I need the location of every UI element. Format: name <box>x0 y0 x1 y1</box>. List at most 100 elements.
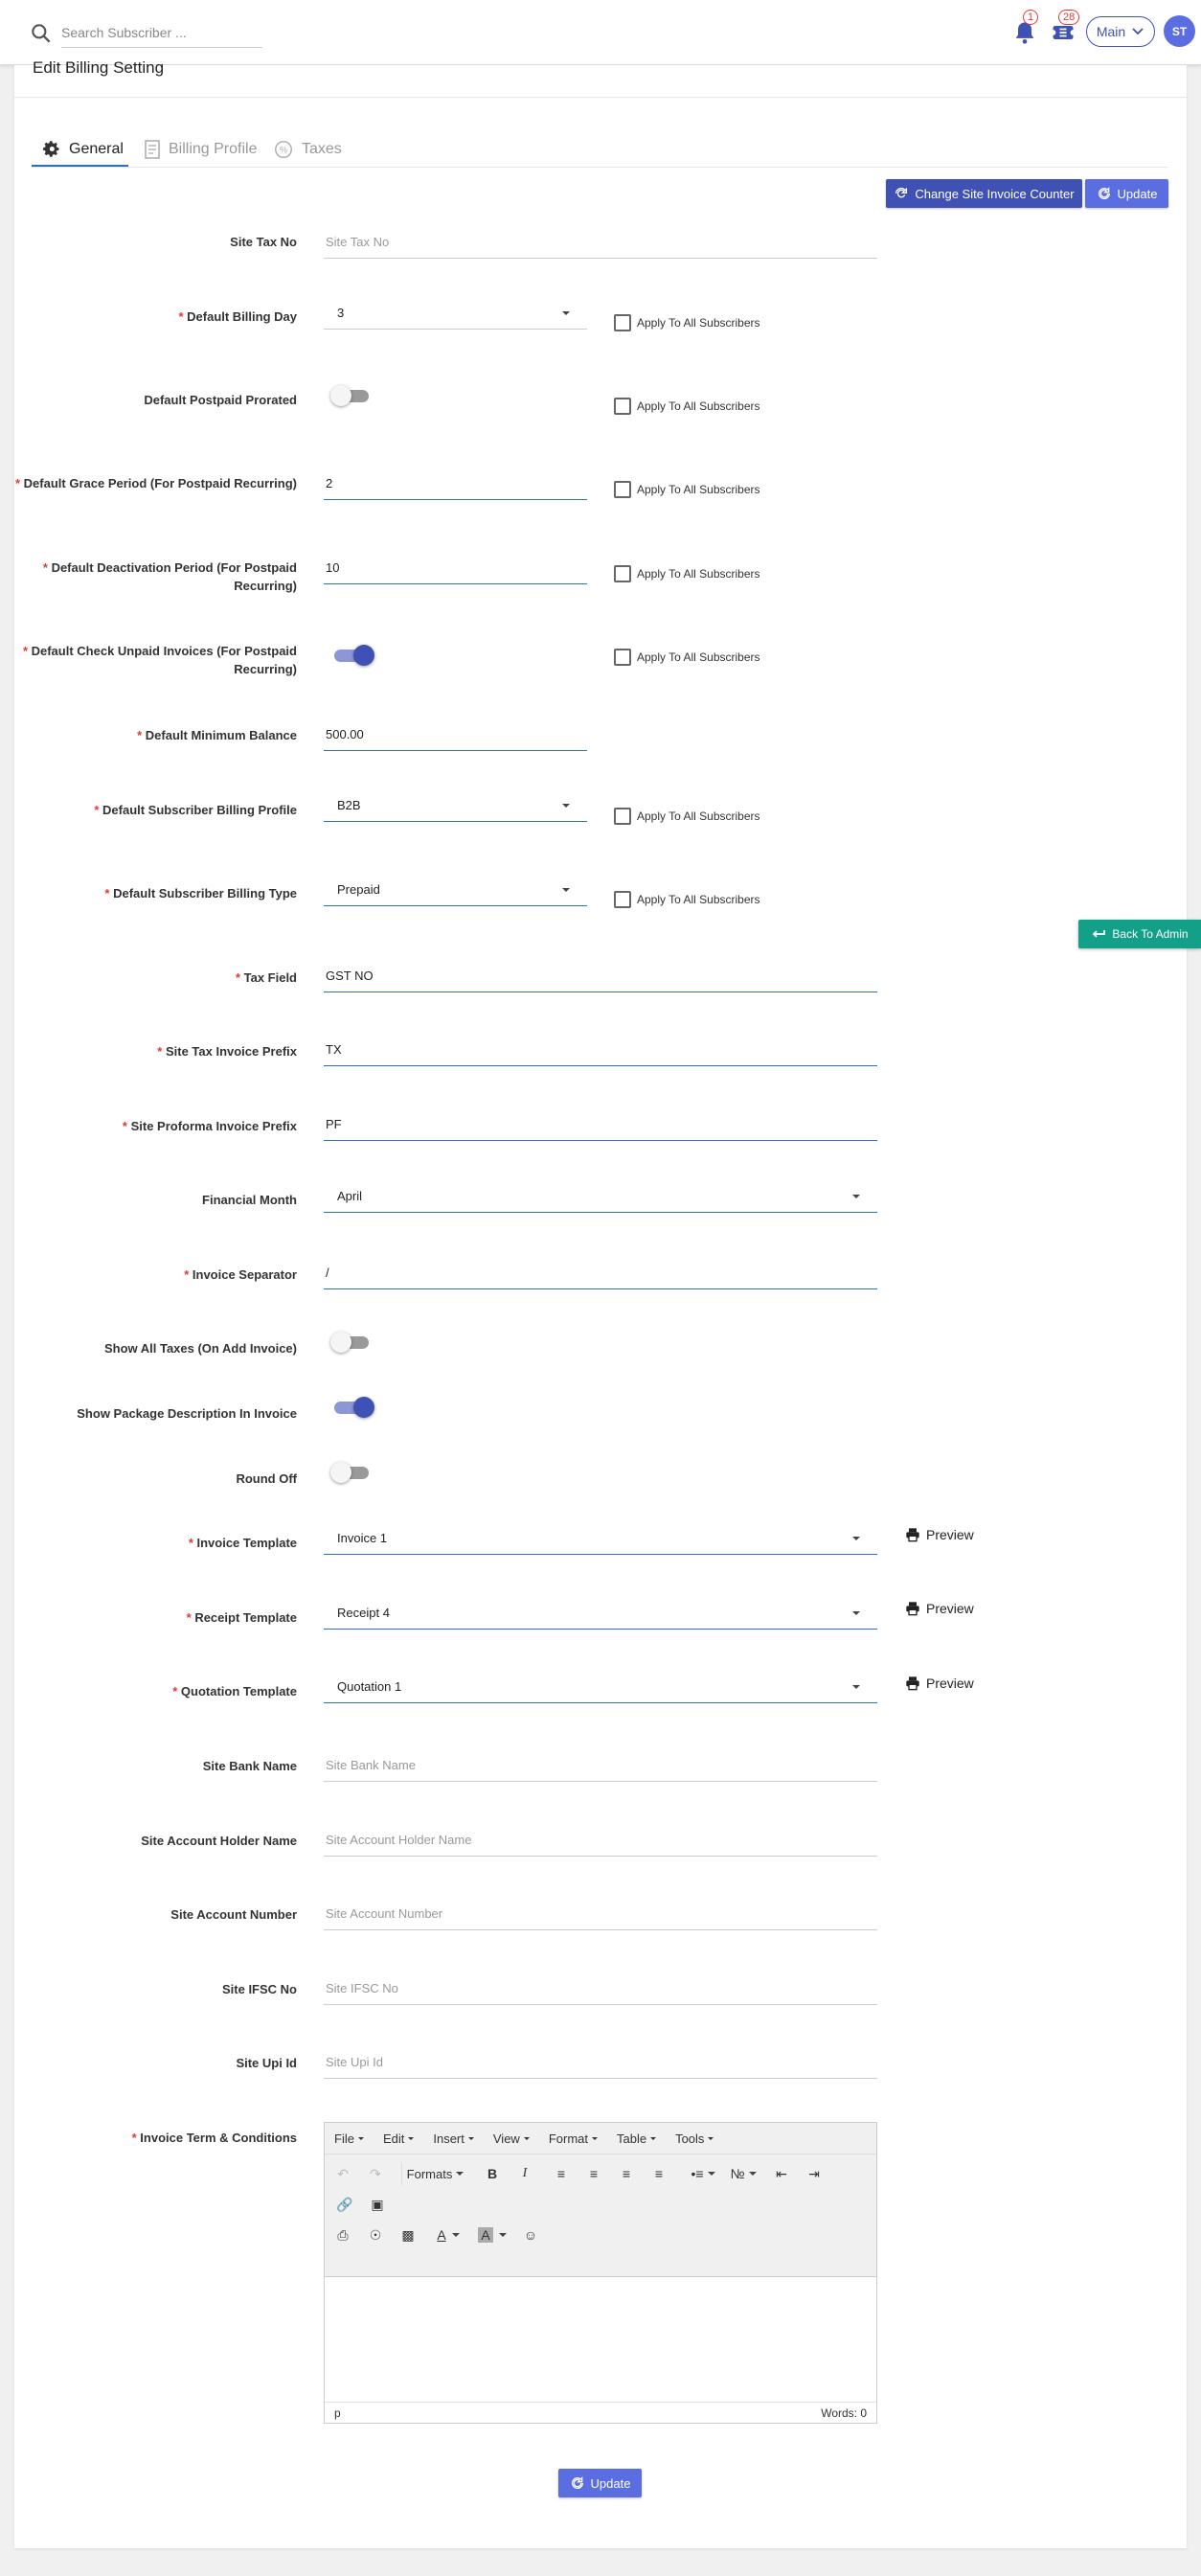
bullet-list-icon[interactable]: •≡ <box>687 2162 719 2185</box>
show-all-taxes-label: Show All Taxes (On Add Invoice) <box>103 1341 297 1356</box>
update-button-top[interactable]: Update <box>1085 179 1168 208</box>
site-bank-name-field[interactable]: Site Bank Name <box>324 1749 877 1782</box>
indent-icon[interactable]: ⇥ <box>804 2162 825 2185</box>
change-invoice-counter-label: Change Site Invoice Counter <box>915 186 1075 201</box>
outdent-icon[interactable]: ⇤ <box>771 2162 792 2185</box>
default-minimum-balance-field[interactable]: 500.00 <box>324 718 587 751</box>
top-bar: 1 28 Main ST <box>0 0 1201 65</box>
editor-menu-file[interactable]: File <box>334 2131 364 2146</box>
align-left-icon[interactable]: ≡ <box>551 2162 572 2185</box>
tab-taxes[interactable]: % Taxes <box>273 132 342 167</box>
dropdown-caret-icon <box>562 310 570 315</box>
back-to-admin-label: Back To Admin <box>1112 927 1189 941</box>
tab-taxes-label: Taxes <box>302 141 342 157</box>
editor-menu-insert[interactable]: Insert <box>433 2131 474 2146</box>
update-button-bottom[interactable]: Update <box>558 2469 642 2497</box>
default-minimum-balance-label: * Default Minimum Balance <box>137 728 297 742</box>
default-billing-day-label: * Default Billing Day <box>178 309 297 324</box>
tax-field-input[interactable]: GST NO <box>324 960 877 992</box>
editor-menu-table[interactable]: Table <box>617 2131 657 2146</box>
editor-menu-view[interactable]: View <box>493 2131 530 2146</box>
undo-icon[interactable]: ↶ <box>332 2162 353 2185</box>
quotation-template-select[interactable]: Quotation 1 <box>324 1671 877 1703</box>
align-justify-icon[interactable]: ≡ <box>648 2162 669 2185</box>
apply-all-checkbox-deactivation[interactable]: Apply To All Subscribers <box>614 565 760 582</box>
align-center-icon[interactable]: ≡ <box>583 2162 604 2185</box>
chevron-down-icon <box>1132 28 1144 35</box>
show-package-description-toggle[interactable] <box>330 1397 374 1418</box>
site-upi-id-field[interactable]: Site Upi Id <box>324 2046 877 2079</box>
site-tax-invoice-prefix-field[interactable]: TX <box>324 1034 877 1066</box>
search-icon[interactable] <box>29 21 54 46</box>
default-deactivation-period-field[interactable]: 10 <box>324 552 587 584</box>
default-billing-profile-select[interactable]: B2B <box>324 789 587 822</box>
redo-icon[interactable]: ↷ <box>365 2162 386 2185</box>
apply-all-checkbox-billing-day[interactable]: Apply To All Subscribers <box>614 314 760 331</box>
change-invoice-counter-button[interactable]: Change Site Invoice Counter <box>886 179 1082 208</box>
tab-billing-profile[interactable]: Billing Profile <box>144 132 257 167</box>
site-proforma-invoice-prefix-field[interactable]: PF <box>324 1108 877 1141</box>
site-ifsc-no-field[interactable]: Site IFSC No <box>324 1972 877 2005</box>
preview-eye-icon[interactable]: ☉ <box>365 2223 386 2246</box>
search-input[interactable] <box>61 17 262 48</box>
default-postpaid-prorated-label: Default Postpaid Prorated <box>144 393 297 407</box>
printer-icon <box>906 1676 919 1691</box>
editor-path: p <box>334 2405 341 2420</box>
text-color-icon[interactable]: A <box>432 2223 465 2246</box>
site-account-holder-field[interactable]: Site Account Holder Name <box>324 1824 877 1857</box>
show-all-taxes-toggle[interactable] <box>330 1332 374 1353</box>
refresh-icon <box>895 187 908 198</box>
round-off-label: Round Off <box>236 1471 297 1486</box>
apply-all-checkbox-unpaid[interactable]: Apply To All Subscribers <box>614 649 760 666</box>
media-icon[interactable]: ▩ <box>397 2223 419 2246</box>
tabs-divider <box>32 167 1167 168</box>
default-billing-day-select[interactable]: 3 <box>324 297 587 330</box>
invoice-terms-label: * Invoice Term & Conditions <box>131 2131 297 2145</box>
printer-icon <box>906 1528 919 1542</box>
round-off-toggle[interactable] <box>330 1462 374 1483</box>
align-right-icon[interactable]: ≡ <box>616 2162 637 2185</box>
quotation-preview-button[interactable]: Preview <box>905 1676 974 1691</box>
default-billing-profile-label: * Default Subscriber Billing Profile <box>94 803 297 817</box>
receipt-preview-button[interactable]: Preview <box>905 1601 974 1616</box>
financial-month-select[interactable]: April <box>324 1180 877 1213</box>
background-color-icon[interactable]: A <box>476 2223 509 2246</box>
editor-menu-edit[interactable]: Edit <box>383 2131 415 2146</box>
editor-menu-format[interactable]: Format <box>549 2131 598 2146</box>
emoticon-icon[interactable]: ☺ <box>520 2223 541 2246</box>
print-icon[interactable]: ⎙ <box>332 2223 353 2246</box>
apply-all-checkbox-grace[interactable]: Apply To All Subscribers <box>614 481 760 498</box>
invoice-template-select[interactable]: Invoice 1 <box>324 1522 877 1555</box>
formats-dropdown[interactable]: Formats <box>401 2162 468 2185</box>
apply-all-checkbox-billing-type[interactable]: Apply To All Subscribers <box>614 891 760 908</box>
default-billing-type-select[interactable]: Prepaid <box>324 874 587 906</box>
apply-all-checkbox-billing-profile[interactable]: Apply To All Subscribers <box>614 808 760 825</box>
apply-all-checkbox-prorated[interactable]: Apply To All Subscribers <box>614 398 760 415</box>
link-icon[interactable]: 🔗 <box>334 2193 355 2216</box>
avatar[interactable]: ST <box>1164 15 1195 47</box>
tax-field-label: * Tax Field <box>235 970 297 985</box>
invoice-separator-field[interactable]: / <box>324 1257 877 1289</box>
default-billing-type-label: * Default Subscriber Billing Type <box>104 886 297 900</box>
bold-icon[interactable]: B <box>482 2162 503 2185</box>
image-icon[interactable]: ▣ <box>367 2193 388 2216</box>
default-grace-period-field[interactable]: 2 <box>324 467 587 500</box>
gear-icon <box>42 141 59 157</box>
site-account-number-field[interactable]: Site Account Number <box>324 1898 877 1930</box>
editor-menu-tools[interactable]: Tools <box>675 2131 714 2146</box>
invoice-preview-button[interactable]: Preview <box>905 1527 974 1542</box>
tax-icon: % <box>275 141 292 158</box>
editor-content-area[interactable] <box>325 2277 876 2404</box>
receipt-template-label: * Receipt Template <box>186 1610 297 1625</box>
receipt-template-select[interactable]: Receipt 4 <box>324 1597 877 1630</box>
site-tax-no-field[interactable]: Site Tax No <box>324 226 877 259</box>
main-dropdown-button[interactable]: Main <box>1086 16 1155 47</box>
check-unpaid-toggle[interactable] <box>330 645 374 666</box>
tab-general[interactable]: General <box>42 132 124 167</box>
refresh-icon <box>571 2476 583 2489</box>
italic-icon[interactable]: I <box>514 2162 535 2185</box>
back-to-admin-button[interactable]: Back To Admin <box>1078 920 1201 948</box>
numbered-list-icon[interactable]: № <box>727 2162 759 2185</box>
postpaid-prorated-toggle[interactable] <box>330 385 374 406</box>
editor-menubar: File Edit Insert View Format Table Tools <box>325 2123 876 2154</box>
